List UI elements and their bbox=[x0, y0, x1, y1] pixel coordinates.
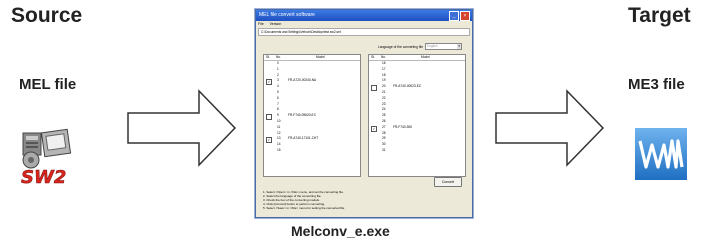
model-table-right: St. No. Model 16 17 18 19 20 FR-A740-00023-EC… bbox=[368, 54, 466, 177]
instructions: 1. Select <Open> in <File> menu, and set… bbox=[263, 190, 345, 210]
window-titlebar: MEL file convert software _ × bbox=[256, 10, 472, 21]
chevron-down-icon[interactable]: ▾ bbox=[457, 44, 462, 49]
target-file-label: ME3 file bbox=[628, 76, 685, 93]
table-row: 15 bbox=[264, 148, 360, 154]
file-path-field: C:\Documents and Settings\Vehuin\Desktop… bbox=[258, 28, 470, 36]
svg-text:SW2: SW2 bbox=[21, 167, 66, 187]
arrow-right-icon bbox=[127, 89, 237, 167]
me3-file-icon bbox=[635, 128, 687, 180]
minimize-icon[interactable]: _ bbox=[449, 11, 459, 21]
arrow-right-icon bbox=[495, 89, 605, 167]
window-title: MEL file convert software bbox=[259, 12, 315, 18]
source-heading: Source bbox=[11, 4, 83, 27]
menu-version[interactable]: Version bbox=[270, 21, 282, 27]
close-icon[interactable]: × bbox=[460, 11, 470, 21]
model-table-left: St. No. Model 0 1 2 ✓ 3 FR-A720-00240-NA 4 5 6 7 8… bbox=[263, 54, 361, 177]
target-heading: Target bbox=[628, 4, 691, 27]
language-label: Language of the converting file bbox=[378, 44, 424, 49]
row-number: 15 bbox=[277, 147, 281, 152]
source-file-label: MEL file bbox=[19, 76, 77, 93]
row-number: 31 bbox=[382, 147, 386, 152]
menu-bar: File Version bbox=[256, 21, 472, 27]
table-row: 31 bbox=[369, 148, 465, 154]
language-select[interactable]: English ▾ bbox=[425, 43, 463, 50]
instruction-line: 5. Select <Save> in <File> menu for sett… bbox=[263, 206, 346, 210]
convert-button[interactable]: Convert bbox=[434, 177, 462, 187]
exe-caption: Melconv_e.exe bbox=[291, 223, 390, 239]
converter-window-screenshot: MEL file convert software _ × File Versi… bbox=[255, 9, 473, 218]
menu-file[interactable]: File bbox=[258, 21, 264, 27]
sw2-file-icon: SW2 bbox=[21, 128, 72, 187]
language-row: Language of the converting file English … bbox=[378, 43, 463, 50]
